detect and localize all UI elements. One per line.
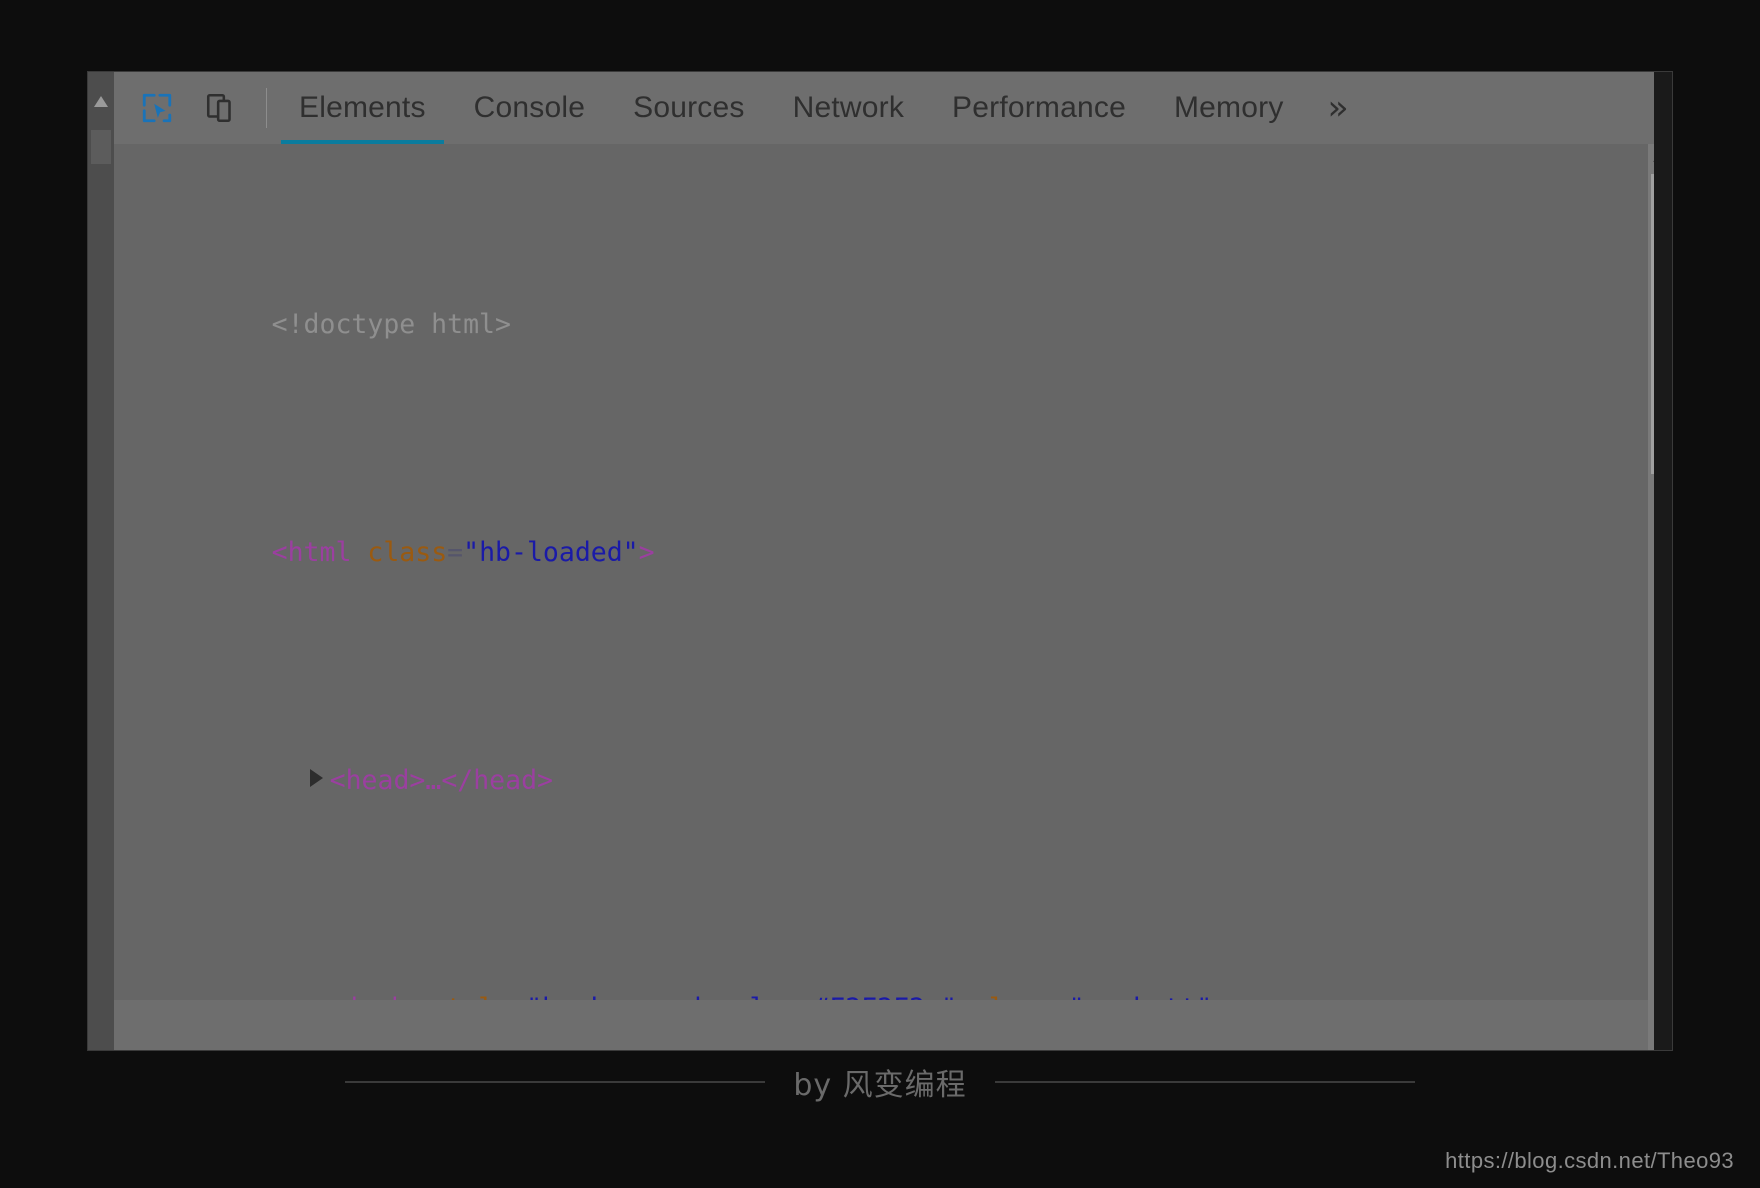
- device-toolbar-icon[interactable]: [202, 89, 240, 127]
- html-open-tag: <html: [271, 537, 352, 568]
- tab-network[interactable]: Network: [769, 72, 928, 144]
- head-collapsed-text: <head>…</head>: [329, 765, 554, 796]
- rail-block: [91, 130, 111, 164]
- devtools-tab-bar: Elements Console Sources Network Perform…: [275, 72, 1368, 144]
- left-rail: [88, 72, 114, 1050]
- dom-line-doctype[interactable]: <!doctype html>: [114, 268, 1648, 382]
- watermark-rule-right: [994, 1081, 1415, 1083]
- inspect-element-icon[interactable]: [138, 89, 176, 127]
- gt-1: >: [638, 537, 655, 568]
- dom-line-head[interactable]: <head>…</head>: [114, 724, 1648, 838]
- devtools-toolbar: Elements Console Sources Network Perform…: [114, 72, 1672, 145]
- tab-console[interactable]: Console: [450, 72, 609, 144]
- more-tabs-chevron-icon[interactable]: »: [1308, 88, 1368, 128]
- doctype-text: <!doctype html>: [271, 309, 511, 340]
- watermark-rule-left: [345, 1081, 766, 1083]
- devtools-window: Elements Console Sources Network Perform…: [88, 72, 1672, 1050]
- elements-dom-tree-pane[interactable]: <!doctype html> <html class="hb-loaded">…: [114, 144, 1672, 1050]
- dom-line-html[interactable]: <html class="hb-loaded">: [114, 496, 1648, 610]
- html-class-attr: class: [367, 537, 448, 568]
- window-right-edge: [1654, 72, 1672, 1050]
- tab-elements[interactable]: Elements: [275, 72, 450, 144]
- eq-1: =: [447, 537, 464, 568]
- dom-tree: <!doctype html> <html class="hb-loaded">…: [114, 144, 1648, 1050]
- toolbar-divider: [266, 88, 267, 128]
- html-class-value: "hb-loaded": [463, 537, 639, 568]
- tab-memory[interactable]: Memory: [1150, 72, 1308, 144]
- tab-sources[interactable]: Sources: [609, 72, 768, 144]
- blog-url-label: https://blog.csdn.net/Theo93: [1445, 1148, 1734, 1173]
- watermark-text: by 风变编程: [793, 1068, 967, 1103]
- watermark: by 风变编程: [0, 1060, 1760, 1104]
- selected-node-row-band: [114, 1000, 1648, 1050]
- expand-head-triangle-icon[interactable]: [309, 769, 323, 787]
- scroll-up-caret-icon[interactable]: [94, 96, 108, 107]
- tab-performance[interactable]: Performance: [928, 72, 1150, 144]
- toolbar-icon-group: [114, 89, 240, 127]
